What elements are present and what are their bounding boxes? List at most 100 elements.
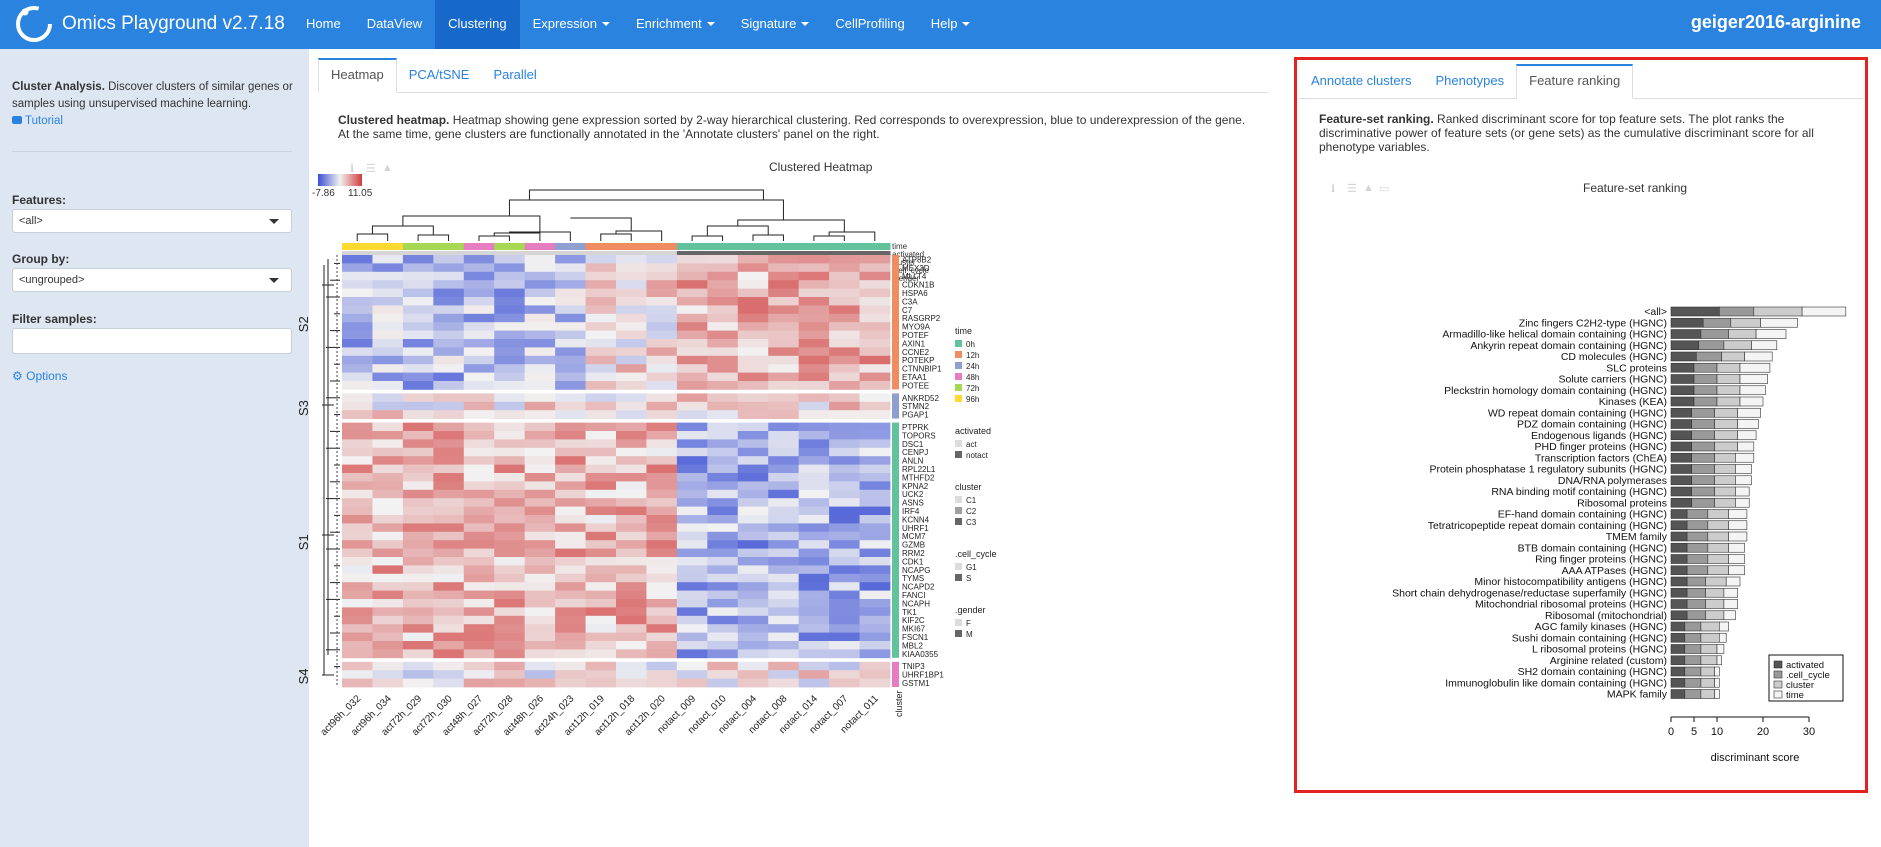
heatmap-cell [646,364,678,373]
heatmap-cell [646,464,678,474]
ranking-category-label: Ribosomal proteins [1577,497,1667,509]
heatmap-cell [737,410,769,419]
caret-down-icon [706,22,715,26]
heatmap-cell [372,661,404,671]
column-dendrogram [356,189,876,241]
heatmap-cell [402,582,434,591]
nav-home[interactable]: Home [293,0,354,49]
nav-expression[interactable]: Expression [520,0,623,49]
heatmap-cell [768,540,800,549]
heatmap-cell [707,372,739,382]
ranking-bar-segment [1714,475,1736,486]
ranking-bar-segment [1686,587,1706,598]
nav-enrichment[interactable]: Enrichment [623,0,728,49]
brand[interactable]: Omics Playground v2.7.18 [14,4,285,44]
filter-samples-input[interactable] [12,328,292,354]
heatmap-cell [859,464,891,474]
heatmap-cell [585,322,617,331]
options-label: Options [26,369,68,383]
heatmap-cell [829,548,860,558]
heatmap-cell [646,305,678,315]
ranking-bar-segment [1670,317,1704,328]
heatmap-cell [707,523,739,533]
heatmap-cell [463,506,495,516]
annotation-cell [646,243,678,250]
heatmap-cell [616,439,647,449]
heatmap-cell [616,649,647,659]
heatmap-cell [402,305,434,315]
ranking-bar-segment [1723,340,1752,351]
heatmap-cell [494,313,526,323]
heatmap-cell [737,288,769,298]
ranking-bar-segment [1686,610,1706,621]
heatmap-cell [402,431,434,440]
heatmap-cell [829,297,860,306]
heatmap-cell [494,473,526,482]
heatmap-cell [402,355,434,365]
heatmap-cell [707,506,739,516]
ranking-bar-segment [1707,531,1729,542]
heatmap-cell [676,401,708,411]
legend-swatch [955,351,962,358]
ranking-category-label: CD molecules (HGNC) [1561,351,1667,363]
heatmap-cell [402,393,434,403]
heatmap-cell [768,330,800,340]
features-select[interactable]: <all> [12,209,292,233]
heatmap-cell [372,372,404,382]
annotation-cell [585,243,617,250]
heatmap-cell [829,615,860,625]
heatmap-cell [463,401,495,411]
nav-dataview[interactable]: DataView [354,0,435,49]
group-by-select[interactable]: <ungrouped> [12,268,292,292]
nav-signature[interactable]: Signature [728,0,823,49]
heatmap-cell [402,515,434,524]
heatmap-cell [585,280,617,289]
heatmap-cell [859,347,891,357]
heatmap-cell [768,498,800,507]
heatmap-panel: Heatmap PCA/tSNE Parallel Clustered heatma… [296,58,1268,838]
annotation-cell [829,243,861,250]
heatmap-cell [646,670,678,679]
heatmap-cell [646,330,678,340]
nav-clustering[interactable]: Clustering [435,0,520,49]
heatmap-cell [555,557,586,566]
heatmap-cell [555,313,586,323]
ranking-bar-segment [1686,565,1709,576]
heatmap-cell [646,678,678,688]
heatmap-cell [494,506,526,516]
heatmap-cell [585,557,617,566]
tutorial-link[interactable]: Tutorial [12,115,63,127]
heatmap-cell [494,481,526,491]
heatmap-cell [798,573,830,583]
heatmap-cell [616,288,647,298]
heatmap-cell [829,439,860,449]
heatmap-cell [463,498,495,507]
heatmap-cell [859,381,891,390]
ranking-category-label: RNA binding motif containing (HGNC) [1491,486,1667,498]
heatmap-cell [829,473,860,482]
nav-cellprofiling[interactable]: CellProfiling [822,0,917,49]
heatmap-cell [768,632,800,642]
heatmap-cell [402,280,434,289]
heatmap-cell [707,515,739,524]
heatmap-cell [372,288,404,298]
legend-label: time [1786,690,1804,701]
legend-swatch [955,630,962,637]
heatmap-cell [737,548,769,558]
heatmap-cell [402,297,434,306]
nav-help[interactable]: Help [918,0,984,49]
heatmap-cell [707,607,739,617]
ranking-bar-segment [1728,542,1745,553]
heatmap-cell [342,456,373,465]
options-link[interactable]: ⚙ Options [12,369,67,383]
heatmap-cell [555,464,586,474]
heatmap-cell [372,339,404,348]
legend-title: .cell_cycle [955,549,997,559]
heatmap-cell [494,288,526,298]
x-tick-label: 0 [1668,726,1674,738]
heatmap-cell [342,590,373,600]
heatmap-cell [798,481,830,491]
ranking-bar-segment [1686,599,1706,609]
heatmap-cell [342,322,373,331]
heatmap-cell [646,401,678,411]
